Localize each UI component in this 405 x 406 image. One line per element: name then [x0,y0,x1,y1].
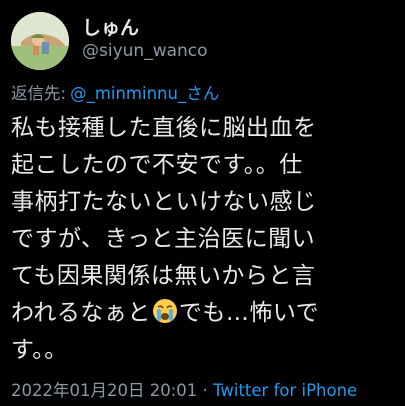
tweet-metadata: 2022年01月20日 20:01 · Twitter for iPhone [11,377,357,401]
tweet-body-line: 起こしたので不安です。。仕 [11,152,303,178]
tweet-body-line: ですが、きっと主治医に聞い [11,226,316,252]
reply-prefix: 返信先: [11,84,67,103]
tweet-body-line: ても因果関係は無いからと言 [11,263,316,289]
avatar[interactable] [11,12,69,70]
tweet-timestamp[interactable]: 2022年01月20日 20:01 [11,381,197,400]
tweet-body: 私も接種した直後に脳出血を 起こしたので不安です。。仕 事柄打たないといけない感… [11,110,401,369]
user-handle[interactable]: @siyun_wanco [82,41,208,61]
reply-context: 返信先: @_minminnu_さん [11,80,219,104]
tweet-body-line: す。。 [11,337,68,363]
tweet-body-segment: でも…怖いで [178,300,320,326]
tweet-body-line: 事柄打たないといけない感じ [11,189,317,215]
tweet-body-segment: われるなぁと [11,300,151,326]
avatar-image [11,12,69,70]
meta-separator: · [197,381,214,400]
loudly-crying-face-icon [152,298,178,324]
display-name[interactable]: しゅん [82,13,139,40]
tweet-source-link[interactable]: Twitter for iPhone [213,381,357,400]
tweet-body-line: 私も接種した直後に脳出血を [11,115,317,141]
tweet-card: しゅん @siyun_wanco 返信先: @_minminnu_さん 私も接種し… [0,0,405,406]
tweet-body-line-with-emoji: われるなぁと でも…怖いで [11,295,401,332]
reply-mention-link[interactable]: @_minminnu_さん [70,84,219,103]
